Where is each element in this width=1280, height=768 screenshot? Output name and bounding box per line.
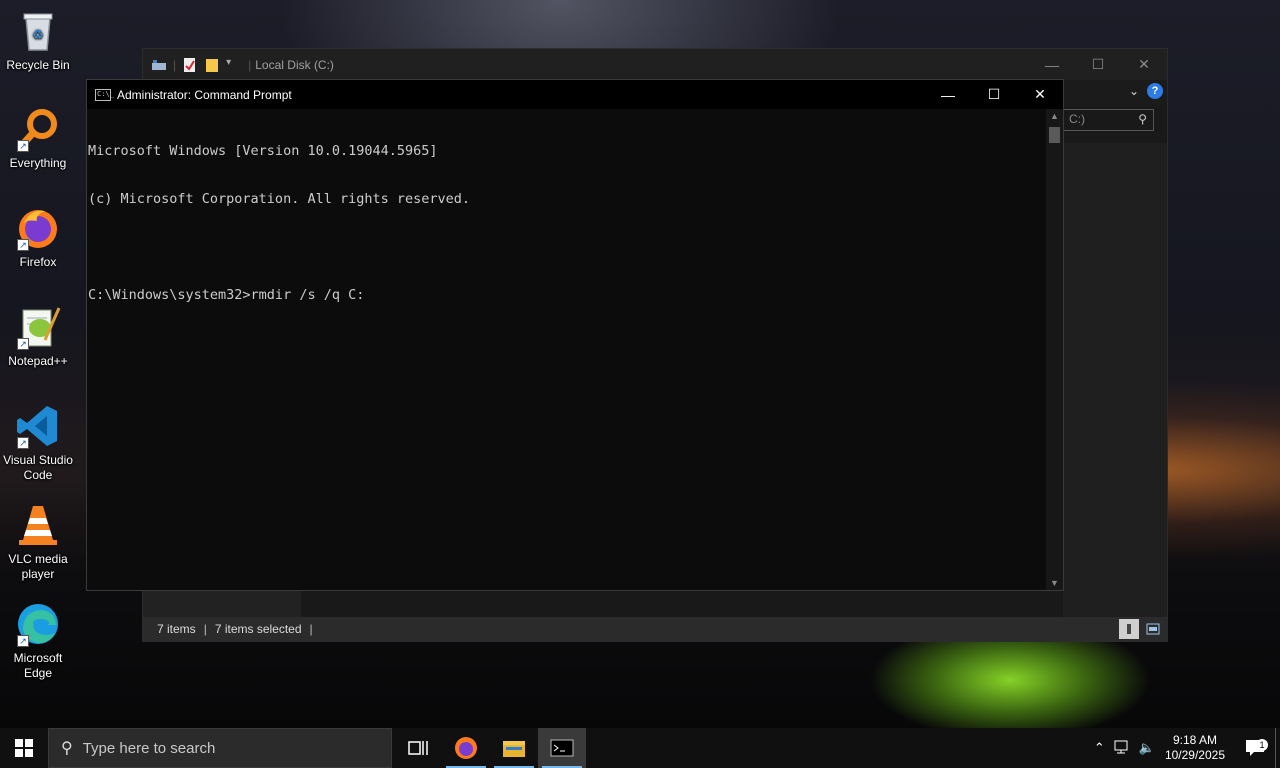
maximize-button[interactable]: ☐ [1075, 49, 1121, 80]
shortcut-arrow-icon: ↗ [17, 635, 29, 647]
console-output[interactable]: Microsoft Windows [Version 10.0.19044.59… [87, 109, 1046, 590]
show-desktop-button[interactable] [1275, 728, 1280, 768]
search-icon: ⚲ [1138, 112, 1147, 126]
large-icons-view-icon[interactable] [1143, 619, 1163, 639]
network-icon[interactable] [1113, 739, 1131, 758]
folder-icon [503, 741, 525, 757]
desktop-icon-everything[interactable]: ↗ Everything [0, 106, 76, 171]
explorer-status-bar: 7 items | 7 items selected | [143, 617, 1167, 641]
close-button[interactable]: ✕ [1121, 49, 1167, 80]
details-view-icon[interactable] [1119, 619, 1139, 639]
help-icon[interactable]: ? [1147, 83, 1163, 99]
search-icon: ⚲ [61, 740, 73, 757]
taskbar-search-box[interactable]: ⚲ Type here to search [48, 728, 392, 768]
shortcut-arrow-icon: ↗ [17, 140, 29, 152]
console-line: (c) Microsoft Corporation. All rights re… [88, 191, 471, 207]
cmd-title: Administrator: Command Prompt [117, 87, 292, 102]
everything-search-icon: ↗ [15, 106, 61, 152]
firefox-icon [455, 737, 477, 759]
customize-toolbar-icon[interactable]: ▾ [226, 57, 242, 73]
command-prompt-window[interactable]: C:\_ Administrator: Command Prompt — ☐ ✕… [86, 79, 1064, 591]
cmd-icon [550, 739, 574, 757]
task-view-icon [408, 741, 428, 755]
clock[interactable]: 9:18 AM 10/29/2025 [1165, 733, 1225, 763]
desktop-icon-notepadpp[interactable]: ↗ Notepad++ [0, 304, 76, 369]
desktop-icon-edge[interactable]: ↗ Microsoft Edge [0, 601, 76, 681]
console-line: Microsoft Windows [Version 10.0.19044.59… [88, 143, 438, 159]
explorer-content-pane [1063, 143, 1167, 619]
close-button[interactable]: ✕ [1017, 80, 1063, 109]
vscode-icon: ↗ [15, 403, 61, 449]
shortcut-arrow-icon: ↗ [17, 437, 29, 449]
cmd-icon: C:\_ [95, 88, 114, 101]
action-center-button[interactable]: 1 [1235, 739, 1275, 757]
cmd-titlebar[interactable]: C:\_ Administrator: Command Prompt — ☐ ✕ [87, 80, 1063, 109]
volume-icon[interactable]: 🔈 [1139, 740, 1155, 756]
navigation-pane-strip [143, 591, 301, 617]
console-prompt-line: C:\Windows\system32>rmdir /s /q C: [88, 287, 365, 303]
scrollbar-thumb[interactable] [1049, 127, 1060, 143]
shortcut-arrow-icon: ↗ [17, 239, 29, 251]
desktop-icon-vlc[interactable]: VLC media player [0, 502, 76, 582]
new-folder-icon[interactable] [204, 57, 220, 73]
desktop-icon-firefox[interactable]: ↗ Firefox [0, 205, 76, 270]
svg-text:♻: ♻ [32, 28, 44, 43]
explorer-title: Local Disk (C:) [255, 57, 334, 72]
edge-icon: ↗ [15, 601, 61, 647]
properties-icon[interactable] [182, 57, 198, 73]
taskbar-command-prompt[interactable] [538, 728, 586, 768]
clock-time: 9:18 AM [1172, 733, 1217, 747]
taskbar: ⚲ Type here to search ⌃ 🔈 9:18 AM 10/29/… [0, 728, 1280, 768]
minimize-button[interactable]: — [925, 80, 971, 109]
maximize-button[interactable]: ☐ [971, 80, 1017, 109]
notepadpp-icon: ↗ [15, 304, 61, 350]
clock-date: 10/29/2025 [1164, 748, 1225, 762]
desktop-icon-vscode[interactable]: ↗ Visual Studio Code [0, 403, 76, 483]
start-button[interactable] [0, 728, 48, 768]
vlc-icon [15, 502, 61, 548]
taskbar-file-explorer[interactable] [490, 728, 538, 768]
expand-ribbon-icon[interactable]: ⌄ [1129, 84, 1139, 98]
task-view-button[interactable] [394, 728, 442, 768]
scroll-down-icon[interactable]: ▼ [1046, 578, 1063, 588]
item-count: 7 items [157, 622, 196, 636]
taskbar-firefox[interactable] [442, 728, 490, 768]
selected-count: 7 items selected [214, 622, 302, 636]
chevron-up-icon[interactable]: ⌃ [1094, 740, 1105, 756]
explorer-titlebar[interactable]: | ▾ | Local Disk (C:) — ☐ ✕ [143, 49, 1167, 80]
minimize-button[interactable]: — [1029, 49, 1075, 80]
cmd-scrollbar[interactable]: ▲ ▼ [1046, 109, 1063, 590]
firefox-icon: ↗ [15, 205, 61, 251]
shortcut-arrow-icon: ↗ [17, 338, 29, 350]
recycle-bin-icon: ♻ [15, 8, 61, 54]
explorer-search-input[interactable]: C:) ⚲ [1062, 109, 1154, 131]
scroll-up-icon[interactable]: ▲ [1046, 111, 1063, 121]
system-tray: ⌃ 🔈 9:18 AM 10/29/2025 1 [1090, 728, 1280, 768]
windows-logo-icon [15, 739, 33, 757]
notification-badge: 1 [1256, 739, 1268, 751]
desktop-icon-recycle-bin[interactable]: ♻ Recycle Bin [0, 8, 76, 73]
drive-icon [151, 57, 167, 73]
